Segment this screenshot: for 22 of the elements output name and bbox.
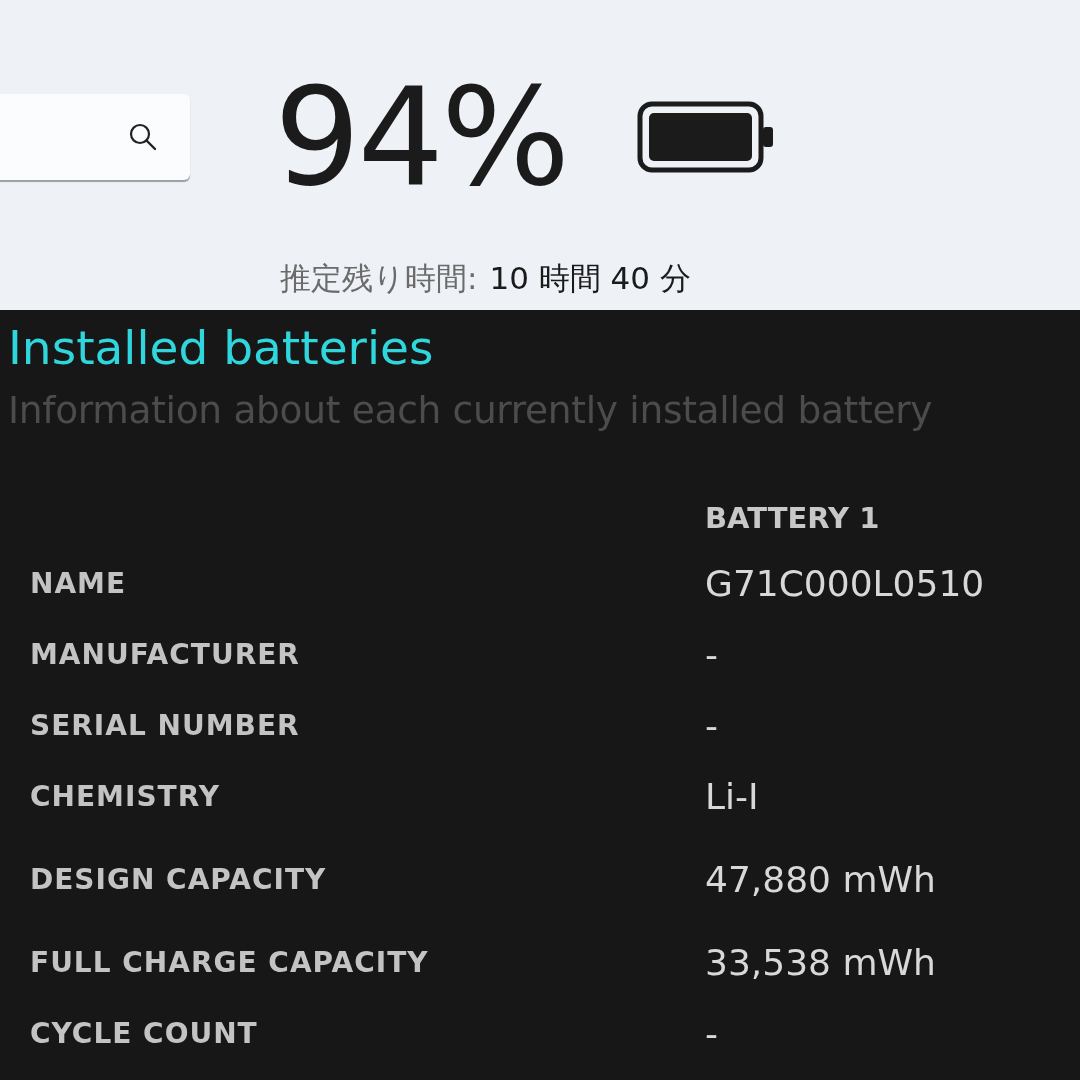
row-label: MANUFACTURER <box>30 638 300 671</box>
row-value: Li-I <box>705 776 759 817</box>
row-value: - <box>705 634 718 675</box>
row-value: - <box>705 1013 718 1054</box>
row-label: SERIAL NUMBER <box>30 709 300 742</box>
row-value: - <box>705 705 718 746</box>
row-label: NAME <box>30 567 127 600</box>
row-label: FULL CHARGE CAPACITY <box>30 946 429 979</box>
estimate-label: 推定残り時間: <box>280 259 478 298</box>
row-label: CYCLE COUNT <box>30 1017 258 1050</box>
search-field[interactable] <box>0 94 190 180</box>
battery-icon <box>637 101 776 173</box>
row-value: 47,880 mWh <box>705 859 936 900</box>
section-title: Installed batteries <box>8 319 435 377</box>
search-icon <box>128 122 158 152</box>
row-value: G71C000L0510 <box>705 563 985 604</box>
column-header: BATTERY 1 <box>705 501 880 535</box>
estimate-value: 10 時間 40 分 <box>489 259 691 298</box>
battery-percentage: 94% <box>274 69 568 205</box>
row-label: CHEMISTRY <box>30 780 220 813</box>
row-value: 33,538 mWh <box>705 942 936 983</box>
row-label: DESIGN CAPACITY <box>30 863 327 896</box>
